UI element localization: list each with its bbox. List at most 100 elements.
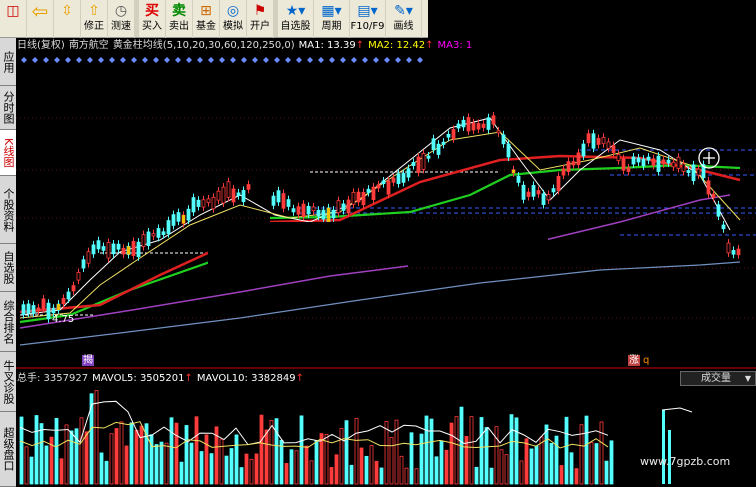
- volume-bar: [404, 467, 409, 485]
- watermark: www.7gpzb.com: [640, 455, 731, 468]
- volume-bar: [484, 427, 489, 485]
- kline-chart[interactable]: [0, 0, 756, 487]
- candle-body: [566, 161, 571, 172]
- volume-bar: [662, 410, 665, 484]
- diamond-marker: [186, 57, 192, 63]
- candle-body: [636, 157, 641, 163]
- volume-bar: [379, 467, 384, 485]
- mavol5-line: [19, 400, 609, 446]
- candle-body: [61, 297, 66, 304]
- candle-body: [376, 184, 381, 189]
- volume-bar: [564, 416, 569, 485]
- diamond-marker: [153, 57, 159, 63]
- volume-bar: [569, 452, 574, 485]
- volume-bar: [294, 450, 299, 485]
- candle-body: [96, 240, 101, 250]
- indicator-select[interactable]: 成交量 ▼: [680, 371, 756, 386]
- candle-body: [651, 158, 656, 166]
- volume-bar: [184, 425, 189, 485]
- event-marker-left[interactable]: 揭: [82, 355, 94, 366]
- candle-body: [736, 248, 741, 256]
- candle-body: [456, 123, 461, 129]
- volume-bar: [149, 434, 154, 485]
- candle-body: [676, 156, 681, 169]
- volume-bar: [344, 420, 349, 485]
- candle-body: [581, 143, 586, 157]
- volume-bar: [189, 442, 194, 485]
- candle-body: [311, 206, 316, 212]
- diamond-marker: [307, 57, 313, 63]
- candle-body: [396, 173, 401, 185]
- candle-body: [391, 177, 396, 183]
- candle-body: [506, 143, 511, 158]
- candle-body: [531, 185, 536, 197]
- candle-body: [546, 194, 551, 201]
- candle-body: [491, 115, 496, 125]
- diamond-marker: [32, 57, 38, 63]
- candle-body: [496, 130, 501, 134]
- candle-body: [576, 152, 581, 165]
- candle-body: [611, 145, 616, 153]
- volume-bar: [99, 452, 104, 485]
- candle-body: [201, 199, 206, 208]
- volume-bar: [524, 438, 529, 485]
- volume-bar: [154, 444, 159, 485]
- blank-area: [308, 222, 548, 264]
- diamond-marker: [175, 57, 181, 63]
- candle-body: [476, 123, 481, 130]
- volume-bar: [124, 445, 129, 485]
- diamond-marker: [21, 57, 27, 63]
- volume-bar: [554, 435, 559, 485]
- candle-body: [166, 220, 171, 235]
- total-volume: 总手: 3357927: [17, 373, 89, 384]
- volume-bar: [439, 440, 444, 485]
- volume-bar: [519, 460, 524, 485]
- mavol10-value: MAVOL10: 3382849: [196, 373, 296, 384]
- volume-bar: [159, 441, 164, 485]
- volume-bar: [414, 468, 419, 485]
- diamond-marker: [406, 57, 412, 63]
- diamond-marker: [241, 57, 247, 63]
- volume-bar: [454, 416, 459, 485]
- volume-bar: [334, 454, 339, 485]
- candle-body: [161, 231, 166, 236]
- volume-bar: [29, 456, 34, 485]
- volume-bar: [359, 447, 364, 485]
- candle-body: [236, 192, 241, 197]
- candle-body: [486, 117, 491, 130]
- candle-body: [371, 186, 376, 201]
- volume-bar: [504, 454, 509, 485]
- candle-body: [536, 190, 541, 195]
- volume-bar: [314, 440, 319, 485]
- candle-body: [21, 304, 26, 315]
- volume-bar: [114, 428, 119, 485]
- volume-bar: [574, 468, 579, 485]
- diamond-marker: [329, 57, 335, 63]
- volume-bar: [119, 421, 124, 485]
- candle-body: [656, 155, 661, 172]
- volume-bar: [299, 415, 304, 485]
- event-marker-right[interactable]: 涨q: [628, 355, 649, 366]
- volume-bar: [469, 416, 474, 485]
- volume-bar: [549, 443, 554, 485]
- volume-bar: [544, 424, 549, 485]
- candle-body: [301, 203, 306, 217]
- volume-bar: [129, 422, 134, 485]
- volume-bar: [104, 460, 109, 485]
- volume-bar: [329, 467, 334, 485]
- candle-body: [696, 168, 701, 176]
- candle-body: [606, 141, 611, 149]
- candle-body: [286, 199, 291, 207]
- volume-bar: [199, 451, 204, 485]
- volume-bar: [249, 458, 254, 485]
- mavol10-line: [19, 421, 609, 449]
- volume-bar: [389, 437, 394, 485]
- diamond-marker: [230, 57, 236, 63]
- candle-body: [221, 186, 226, 204]
- candle-body: [91, 244, 96, 255]
- candle-body: [641, 158, 646, 167]
- candle-body: [556, 175, 561, 191]
- volume-bar: [84, 431, 89, 485]
- candle-body: [521, 184, 526, 200]
- candle-body: [316, 209, 321, 217]
